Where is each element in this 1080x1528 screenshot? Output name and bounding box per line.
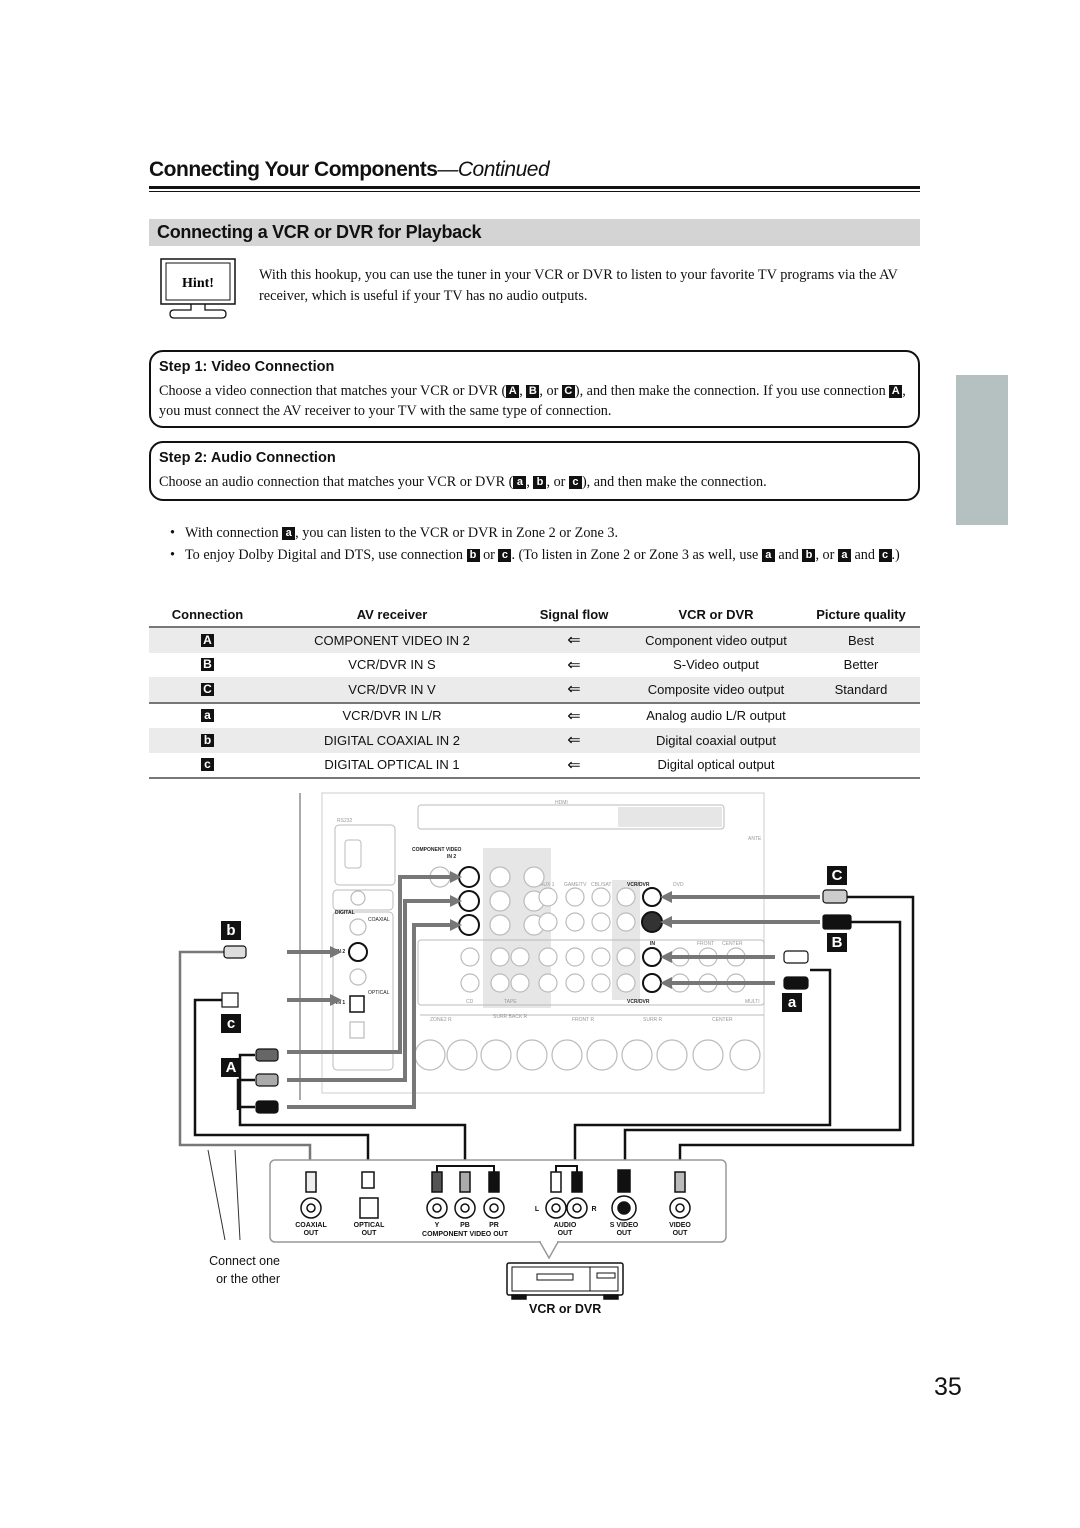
label-center: CENTER xyxy=(722,941,743,947)
tag-B: B xyxy=(827,933,847,952)
label-pr: PR xyxy=(489,1222,499,1229)
label-dvd: DVD xyxy=(673,882,684,888)
label-game-tv: GAME/TV xyxy=(564,882,587,888)
label-s-video: S VIDEO xyxy=(610,1222,639,1229)
label-surr-back-r: SURR BACK R xyxy=(493,1014,528,1020)
label-cbl-sat: CBL/SAT xyxy=(591,882,611,888)
arrow-icon xyxy=(330,946,342,958)
label-in: IN xyxy=(650,941,655,947)
connect-note-line2: or the other xyxy=(216,1272,280,1286)
connection-diagram: HDMI RS232 COMPONENT VIDEO IN 2 ANTE DIG… xyxy=(178,792,915,1300)
label-front-r: FRONT R xyxy=(572,1017,595,1023)
label-optical: OPTICAL xyxy=(368,990,390,996)
tag-a: a xyxy=(782,993,802,1012)
optical-out-jack xyxy=(359,1197,379,1219)
label-coaxial: COAXIAL xyxy=(368,917,390,923)
label-vcr-dvr: VCR/DVR xyxy=(627,882,650,888)
label-pb: PB xyxy=(460,1222,470,1229)
tag-b: b xyxy=(221,921,241,940)
vcr-device-icon xyxy=(506,1262,624,1300)
arrow-icon xyxy=(660,977,672,989)
rca-plug-icon xyxy=(255,1073,279,1087)
label-rs232: RS232 xyxy=(337,818,353,824)
tag-c: c xyxy=(221,1014,241,1033)
label-out: OUT xyxy=(362,1230,378,1237)
arrow-icon xyxy=(660,891,672,903)
s-video-plug-icon xyxy=(822,914,852,930)
label-front: FRONT xyxy=(697,941,714,947)
tag-C: C xyxy=(827,866,847,885)
label-digital: DIGITAL xyxy=(335,910,355,916)
label-tape: TAPE xyxy=(504,999,517,1005)
label-r: R xyxy=(591,1206,596,1213)
label-audio: AUDIO xyxy=(554,1222,577,1229)
label-out: OUT xyxy=(673,1230,689,1237)
label-coaxial: COAXIAL xyxy=(295,1222,327,1229)
rca-plug-icon xyxy=(783,976,809,990)
label-component-video-out: COMPONENT VIDEO OUT xyxy=(422,1231,509,1238)
rca-plug-icon xyxy=(822,889,848,904)
label-y: Y xyxy=(435,1222,440,1229)
label-component-video: COMPONENT VIDEO xyxy=(412,847,462,853)
connect-note: Connect one or the other xyxy=(196,1252,280,1288)
optical-plug-icon xyxy=(221,992,239,1008)
rca-plug-icon xyxy=(255,1048,279,1062)
coaxial-plug-icon xyxy=(223,945,247,959)
label-out: OUT xyxy=(617,1230,633,1237)
label-surr-r: SURR R xyxy=(643,1017,663,1023)
label-antenna: ANTE xyxy=(748,836,762,842)
label-zone2r: ZONE2 R xyxy=(430,1017,452,1023)
label-out: OUT xyxy=(558,1230,574,1237)
label-comp-in2: IN 2 xyxy=(447,854,456,860)
rca-plug-icon xyxy=(255,1100,279,1114)
page-number: 35 xyxy=(934,1373,962,1401)
label-multi: MULTI xyxy=(745,999,760,1005)
label-video: VIDEO xyxy=(669,1222,691,1229)
arrow-icon xyxy=(660,951,672,963)
label-optical: OPTICAL xyxy=(354,1222,385,1229)
label-l: L xyxy=(535,1206,540,1213)
label-cd: CD xyxy=(466,999,474,1005)
vcr-dvr-label: VCR or DVR xyxy=(529,1302,602,1316)
label-hdmi: HDMI xyxy=(555,800,568,806)
label-center-speaker: CENTER xyxy=(712,1017,733,1023)
label-out: OUT xyxy=(304,1230,320,1237)
rca-plug-icon xyxy=(783,950,809,964)
label-vcr-dvr-bottom: VCR/DVR xyxy=(627,999,650,1005)
connect-note-line1: Connect one xyxy=(209,1254,280,1268)
tag-A: A xyxy=(221,1058,241,1077)
